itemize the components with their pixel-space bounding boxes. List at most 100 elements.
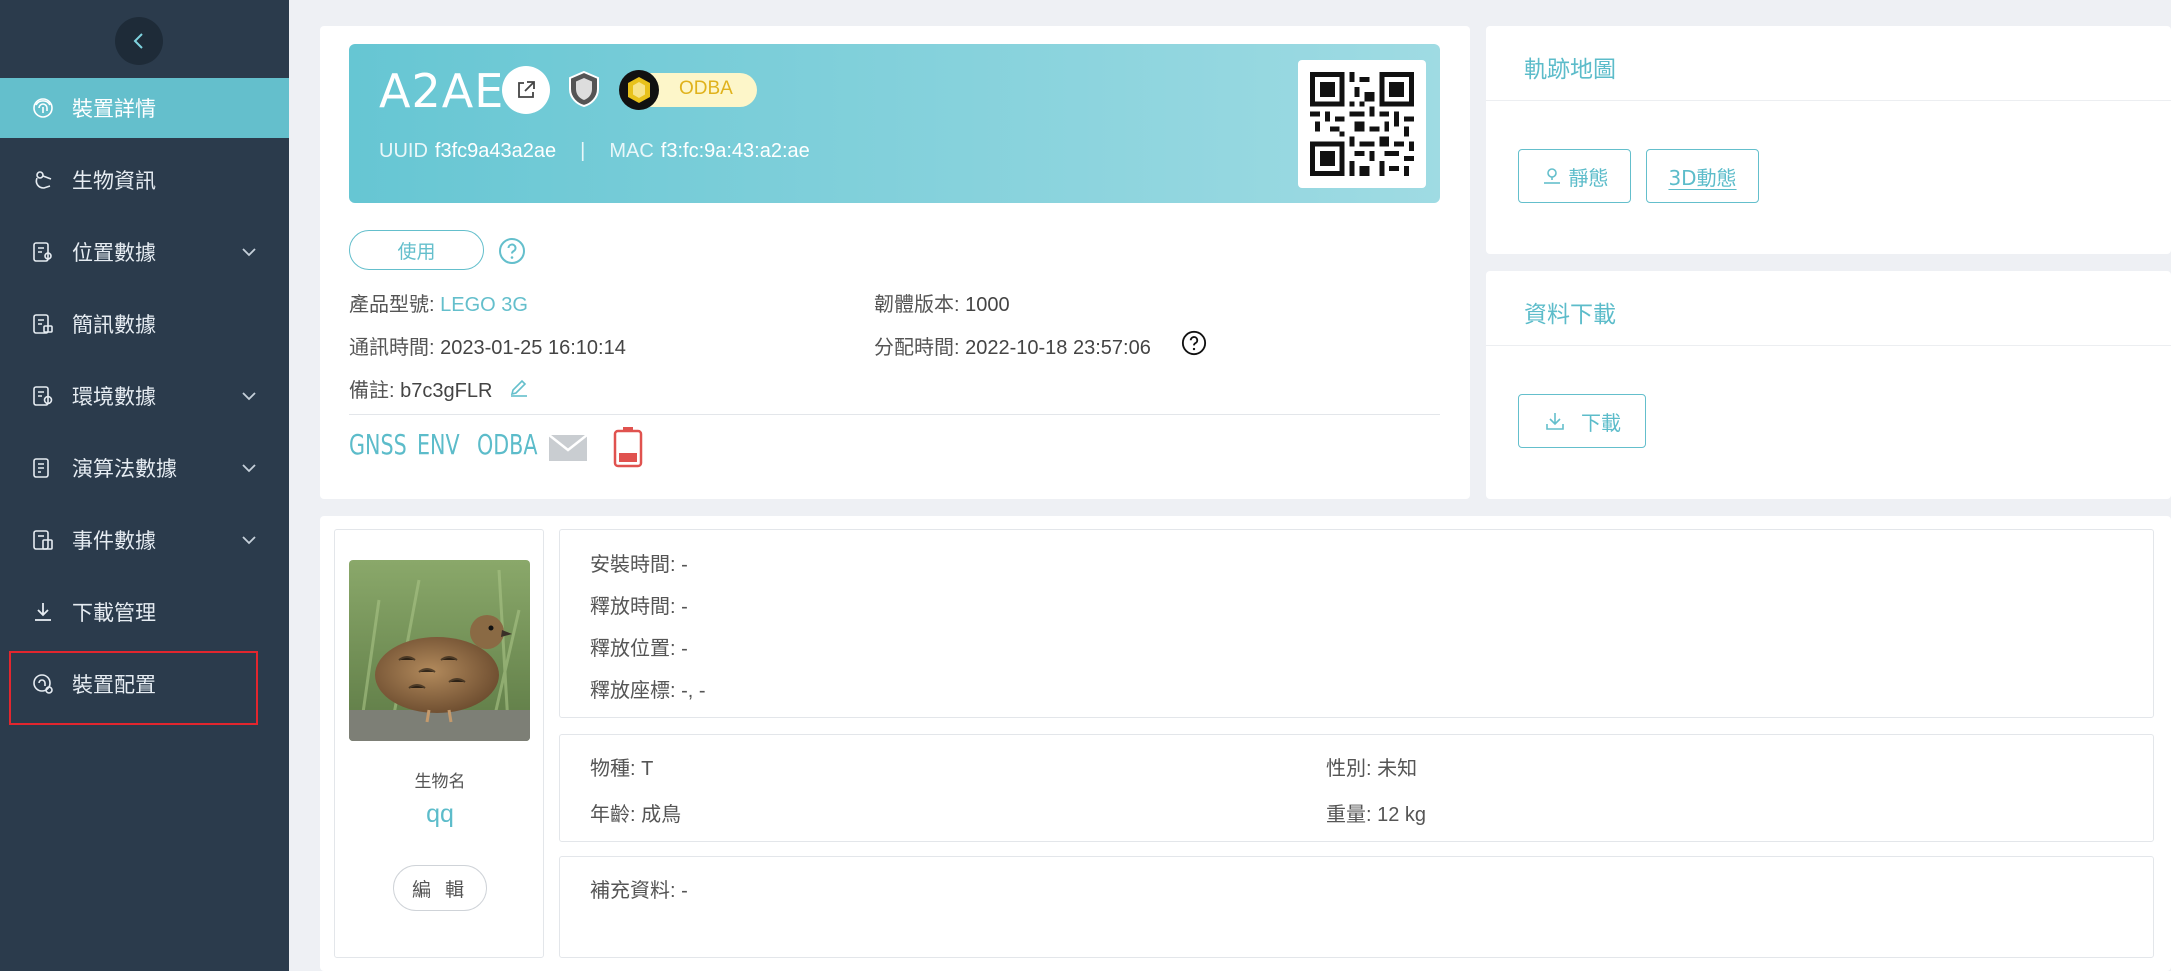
model-value: LEGO 3G [440, 294, 528, 316]
sex: 性別: 未知 [1326, 758, 1418, 780]
assign-time-value: 2022-10-18 23:57:06 [965, 337, 1151, 359]
sidebar-item-label: 簡訊數據 [72, 313, 156, 337]
extra-info: 補充資料: - [590, 880, 688, 902]
model-label: 產品型號: [349, 294, 435, 316]
odba-badge[interactable]: ODBA [619, 70, 757, 110]
species-info-panel: 物種: T 性別: 未知 年齡: 成鳥 重量: 12 kg [559, 734, 2154, 842]
chevron-down-icon [241, 247, 259, 257]
shield-icon [569, 70, 599, 108]
sensor-gnss: GNSS [349, 428, 407, 461]
sidebar-item-label: 生物資訊 [72, 169, 156, 193]
model-row: 產品型號: LEGO 3G [349, 288, 528, 317]
sidebar-item-label: 下載管理 [72, 601, 156, 625]
chevron-down-icon [241, 535, 259, 545]
device-id-line: UUID f3fc9a43a2ae | MAC f3:fc:9a:43:a2:a… [379, 140, 810, 163]
download-button[interactable]: 下載 [1518, 394, 1646, 448]
weight: 重量: 12 kg [1326, 804, 1427, 826]
device-header-banner: A2AE ODBA UUID f3fc9a43a2ae | MAC f3:fc:… [349, 44, 1440, 203]
bio-name: qq [426, 800, 454, 828]
sidebar-item-label: 裝置詳情 [72, 97, 156, 121]
qr-code[interactable] [1298, 60, 1426, 188]
extra-info-panel: 補充資料: - [559, 856, 2154, 958]
sidebar-item-device-details[interactable]: 裝置詳情 [0, 78, 289, 138]
location-data-icon [30, 239, 56, 265]
bio-name-label: 生物名 [414, 772, 466, 792]
fingerprint-icon [30, 95, 56, 121]
edit-pencil-icon[interactable] [508, 376, 530, 398]
environment-data-icon [30, 383, 56, 409]
map-pin-icon [1543, 168, 1560, 184]
age: 年齡: 成鳥 [590, 804, 682, 826]
note-value: b7c3gFLR [400, 380, 493, 402]
event-data-icon [30, 527, 56, 553]
note-label: 備註: [349, 380, 395, 402]
download-icon [1546, 413, 1564, 430]
bird-icon [30, 167, 56, 193]
comm-time-value: 2023-01-25 16:10:14 [440, 337, 626, 359]
sensor-env: ENV [417, 428, 460, 461]
id-separator: | [580, 140, 586, 162]
3d-map-button[interactable]: 3D動態 [1646, 149, 1759, 203]
sidebar-item-highlight-box [9, 651, 258, 725]
collapse-sidebar-button[interactable] [115, 17, 163, 65]
help-icon[interactable] [1181, 330, 1207, 356]
bio-profile-panel: 生物名 qq 編 輯 [334, 529, 544, 958]
bio-info-section: 生物名 qq 編 輯 安裝時間: - 釋放時間: - 釋放位置: - 釋放座標:… [320, 516, 2171, 971]
firmware-value: 1000 [965, 294, 1010, 316]
sidebar-item-bio-info[interactable]: 生物資訊 [0, 150, 289, 210]
release-time: 釋放時間: - [590, 596, 688, 618]
chevron-left-icon [133, 33, 143, 49]
divider [349, 414, 1440, 415]
sidebar-item-label: 事件數據 [72, 529, 156, 553]
edit-button[interactable]: 編 輯 [393, 865, 487, 911]
divider [1486, 100, 2171, 101]
uuid-value: f3fc9a43a2ae [434, 140, 557, 162]
data-download-title: 資料下載 [1524, 302, 1616, 328]
qr-code-icon [1310, 72, 1414, 176]
static-map-button[interactable]: 靜態 [1518, 149, 1631, 203]
coin-icon [619, 70, 659, 110]
share-button[interactable] [502, 66, 550, 114]
mac-value: f3:fc:9a:43:a2:ae [660, 140, 810, 162]
assign-time-label: 分配時間: [874, 337, 960, 359]
uuid-label: UUID [379, 140, 428, 162]
note-row: 備註: b7c3gFLR [349, 374, 492, 403]
3d-map-label: 3D動態 [1668, 165, 1737, 190]
sidebar-item-environment-data[interactable]: 環境數據 [0, 366, 289, 426]
chevron-down-icon [241, 463, 259, 473]
sidebar-item-label: 環境數據 [72, 385, 156, 409]
release-place: 釋放位置: - [590, 638, 688, 660]
sidebar-item-sms-data[interactable]: 簡訊數據 [0, 294, 289, 354]
species: 物種: T [590, 758, 654, 780]
track-map-card: 軌跡地圖 靜態 3D動態 [1486, 26, 2171, 254]
help-icon[interactable] [498, 237, 526, 265]
firmware-row: 韌體版本: 1000 [874, 288, 1010, 317]
sidebar-item-label: 演算法數據 [72, 457, 177, 481]
download-label: 下載 [1581, 410, 1621, 435]
algorithm-data-icon [30, 455, 56, 481]
mac-label: MAC [609, 140, 654, 162]
static-map-label: 靜態 [1568, 165, 1609, 190]
divider [1486, 345, 2171, 346]
share-icon [518, 81, 535, 98]
odba-badge-label: ODBA [679, 78, 733, 99]
mail-icon [548, 434, 588, 461]
sidebar-item-location-data[interactable]: 位置數據 [0, 222, 289, 282]
data-download-card: 資料下載 下載 [1486, 271, 2171, 499]
status-pill[interactable]: 使用 [349, 230, 484, 270]
track-map-title: 軌跡地圖 [1524, 57, 1616, 83]
download-icon [30, 599, 56, 625]
sidebar-item-algorithm-data[interactable]: 演算法數據 [0, 438, 289, 498]
release-info-panel: 安裝時間: - 釋放時間: - 釋放位置: - 釋放座標: -, - [559, 529, 2154, 718]
device-info-card: A2AE ODBA UUID f3fc9a43a2ae | MAC f3:fc:… [320, 26, 1470, 499]
device-name: A2AE [379, 64, 505, 118]
battery-low-icon [613, 427, 643, 468]
sms-data-icon [30, 311, 56, 337]
sidebar-item-event-data[interactable]: 事件數據 [0, 510, 289, 570]
comm-time-row: 通訊時間: 2023-01-25 16:10:14 [349, 331, 626, 360]
assign-time-row: 分配時間: 2022-10-18 23:57:06 [874, 331, 1151, 360]
sensor-odba: ODBA [477, 428, 538, 461]
sidebar-item-label: 位置數據 [72, 241, 156, 265]
sidebar-item-download-management[interactable]: 下載管理 [0, 582, 289, 642]
comm-time-label: 通訊時間: [349, 337, 435, 359]
